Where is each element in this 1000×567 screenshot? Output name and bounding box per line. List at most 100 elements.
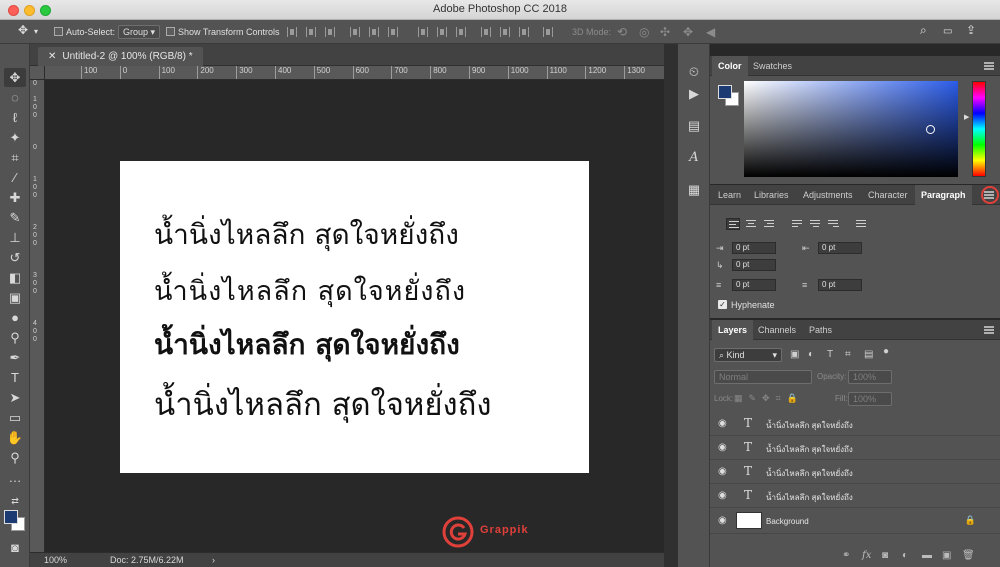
tab-color[interactable]: Color xyxy=(712,56,748,76)
distribute-top-icon[interactable] xyxy=(418,27,428,37)
justify-last-center-button[interactable] xyxy=(808,218,822,230)
align-left-icon[interactable] xyxy=(350,27,360,37)
align-left-text-button[interactable] xyxy=(726,218,740,230)
align-hcenter-icon[interactable] xyxy=(369,27,379,37)
canvas-text-line-3[interactable]: น้ำนิ่งไหลลึก สุดใจหยั่งถึง xyxy=(154,323,460,367)
dodge-tool-icon[interactable]: ⚲ xyxy=(4,328,26,347)
distribute-right-icon[interactable] xyxy=(519,27,529,37)
distribute-bottom-icon[interactable] xyxy=(456,27,466,37)
tab-paragraph[interactable]: Paragraph xyxy=(915,185,972,205)
vertical-ruler[interactable]: 201000100200300400 xyxy=(30,66,45,552)
document-tab[interactable]: ✕ Untitled-2 @ 100% (RGB/8) * xyxy=(38,47,203,66)
3d-scale-icon[interactable]: ◀ xyxy=(706,25,715,39)
color-ramp[interactable] xyxy=(744,81,958,177)
adjustment-layer-icon[interactable]: ◐ xyxy=(902,550,908,561)
auto-align-icon[interactable] xyxy=(543,27,553,37)
3d-roll-icon[interactable]: ◎ xyxy=(639,25,649,39)
distribute-left-icon[interactable] xyxy=(481,27,491,37)
canvas-text-line-2[interactable]: น้ำนิ่งไหลลึก สุดใจหยั่งถึง xyxy=(154,269,466,312)
eye-icon[interactable]: ◉ xyxy=(718,490,727,501)
properties-panel-icon[interactable]: ▤ xyxy=(686,118,702,134)
indent-left-field[interactable]: 0 pt xyxy=(732,242,776,254)
indent-right-field[interactable]: 0 pt xyxy=(818,242,862,254)
layer-row[interactable]: ◉ T น้ำนิ่งไหลลึก สุดใจหยั่งถึง xyxy=(710,484,1000,508)
hue-slider-handle-icon[interactable]: ▶ xyxy=(964,113,969,121)
document-canvas[interactable]: น้ำนิ่งไหลลึก สุดใจหยั่งถึง น้ำนิ่งไหลลึ… xyxy=(120,161,589,473)
layer-row[interactable]: ◉ T น้ำนิ่งไหลลึก สุดใจหยั่งถึง xyxy=(710,460,1000,484)
zoom-tool-icon[interactable]: ⚲ xyxy=(4,448,26,467)
zoom-level[interactable]: 100% xyxy=(44,553,67,567)
magic-wand-tool-icon[interactable]: ✦ xyxy=(4,128,26,147)
eraser-tool-icon[interactable]: ◧ xyxy=(4,268,26,287)
path-selection-tool-icon[interactable]: ➤ xyxy=(4,388,26,407)
auto-select-dropdown[interactable]: Group ▾ xyxy=(118,25,161,39)
lock-icons[interactable]: ▦✎✥⌗🔒 xyxy=(734,393,804,404)
3d-drag-icon[interactable]: ✣ xyxy=(660,25,670,39)
distribute-vcenter-icon[interactable] xyxy=(437,27,447,37)
align-vcenter-icon[interactable] xyxy=(306,27,316,37)
search-icon[interactable]: ⌕ xyxy=(920,23,927,37)
new-layer-icon[interactable]: ▣ xyxy=(942,550,951,561)
3d-slide-icon[interactable]: ✥ xyxy=(683,25,693,39)
layer-name[interactable]: น้ำนิ่งไหลลึก สุดใจหยั่งถึง xyxy=(766,419,853,432)
foreground-color-swatch[interactable] xyxy=(4,510,18,524)
filter-type-icon[interactable]: T xyxy=(827,349,833,360)
canvas-text-line-4[interactable]: น้ำนิ่งไหลลึก สุดใจหยั่งถึง xyxy=(154,379,492,429)
eye-icon[interactable]: ◉ xyxy=(718,418,727,429)
layer-row[interactable]: ◉ Background 🔒 xyxy=(710,508,1000,534)
3d-rotate-icon[interactable]: ⟲ xyxy=(617,25,627,39)
tab-character[interactable]: Character xyxy=(862,185,914,205)
filter-adjustment-icon[interactable]: ◐ xyxy=(808,349,814,360)
align-bottom-icon[interactable] xyxy=(325,27,335,37)
layers-panel-menu-icon[interactable] xyxy=(984,326,994,334)
hyphenate-checkbox[interactable]: ✓ xyxy=(718,300,727,309)
filter-shape-icon[interactable]: ⌗ xyxy=(845,349,851,360)
hand-tool-icon[interactable]: ✋ xyxy=(4,428,26,447)
eye-icon[interactable]: ◉ xyxy=(718,515,727,526)
layer-name[interactable]: น้ำนิ่งไหลลึก สุดใจหยั่งถึง xyxy=(766,491,853,504)
quick-mask-icon[interactable]: ◙ xyxy=(4,538,26,557)
horizontal-ruler[interactable]: 100 0 100 200 300 400 500 600 700 800 900 1000 1100 1… xyxy=(45,66,664,80)
marquee-tool-icon[interactable]: ◌ xyxy=(4,88,26,107)
space-after-field[interactable]: 0 pt xyxy=(818,279,862,291)
delete-layer-icon[interactable]: 🗑 xyxy=(962,550,975,561)
ruler-origin[interactable] xyxy=(30,66,45,80)
layer-row[interactable]: ◉ T น้ำนิ่งไหลลึก สุดใจหยั่งถึง xyxy=(710,412,1000,436)
history-brush-tool-icon[interactable]: ↺ xyxy=(4,248,26,267)
chevron-down-icon[interactable]: ▾ xyxy=(34,25,38,39)
actions-panel-icon[interactable]: ▶ xyxy=(686,86,702,102)
space-before-field[interactable]: 0 pt xyxy=(732,279,776,291)
more-tools-icon[interactable]: … xyxy=(4,468,26,487)
eye-icon[interactable]: ◉ xyxy=(718,442,727,453)
blend-mode-dropdown[interactable]: Normal xyxy=(714,370,812,384)
rectangle-tool-icon[interactable]: ▭ xyxy=(4,408,26,427)
fill-field[interactable]: 100% xyxy=(848,392,892,406)
color-panel-foreground[interactable] xyxy=(718,85,732,99)
brush-tool-icon[interactable]: ✎ xyxy=(4,208,26,227)
color-picker-cursor[interactable] xyxy=(926,125,935,134)
align-right-icon[interactable] xyxy=(388,27,398,37)
color-panel-menu-icon[interactable] xyxy=(984,62,994,70)
type-tool-icon[interactable]: T xyxy=(4,368,26,387)
eye-icon[interactable]: ◉ xyxy=(718,466,727,477)
blur-tool-icon[interactable]: ● xyxy=(4,308,26,327)
layer-name[interactable]: Background xyxy=(766,517,809,526)
justify-last-left-button[interactable] xyxy=(790,218,804,230)
show-transform-checkbox[interactable]: Show Transform Controls xyxy=(166,25,280,39)
lasso-tool-icon[interactable]: ℓ xyxy=(4,108,26,127)
align-center-text-button[interactable] xyxy=(744,218,758,230)
move-tool-icon[interactable]: ✥ xyxy=(4,68,26,87)
distribute-hcenter-icon[interactable] xyxy=(500,27,510,37)
align-top-icon[interactable] xyxy=(287,27,297,37)
hue-slider[interactable] xyxy=(972,81,986,177)
new-group-icon[interactable]: ▬ xyxy=(922,550,932,561)
filter-smart-object-icon[interactable]: ▤ xyxy=(864,349,873,360)
canvas-text-line-1[interactable]: น้ำนิ่งไหลลึก สุดใจหยั่งถึง xyxy=(154,213,459,257)
crop-tool-icon[interactable]: ⌗ xyxy=(4,148,26,167)
canvas-area[interactable]: น้ำนิ่งไหลลึก สุดใจหยั่งถึง น้ำนิ่งไหลลึ… xyxy=(45,80,664,552)
history-panel-icon[interactable]: ⏲ xyxy=(686,64,702,80)
fx-icon[interactable]: fx xyxy=(862,550,871,561)
auto-select-checkbox[interactable]: Auto-Select: xyxy=(54,25,115,39)
stamp-tool-icon[interactable]: ⊥ xyxy=(4,228,26,247)
filter-pixel-icon[interactable]: ▣ xyxy=(790,349,799,360)
